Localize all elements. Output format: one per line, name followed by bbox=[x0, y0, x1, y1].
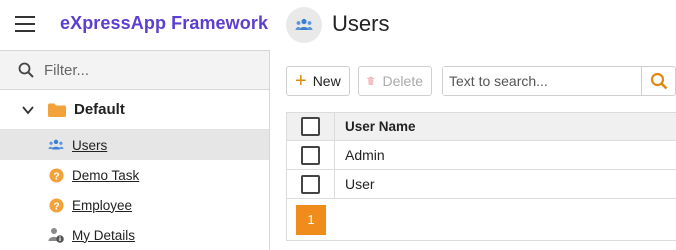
svg-text:?: ? bbox=[53, 201, 59, 212]
new-button-label: New bbox=[312, 73, 341, 89]
chevron-down-icon[interactable] bbox=[20, 102, 36, 118]
cell-user-name[interactable]: User bbox=[335, 176, 375, 192]
filter-input[interactable] bbox=[44, 61, 244, 79]
app-title: eXpressApp Framework bbox=[60, 13, 269, 33]
users-icon bbox=[286, 7, 322, 43]
row-checkbox[interactable] bbox=[301, 174, 320, 194]
sidebar-item-demo-task[interactable]: ? Demo Task bbox=[0, 160, 269, 190]
nav-group-default[interactable]: Default bbox=[0, 90, 269, 130]
trash-icon bbox=[367, 76, 375, 86]
pager: 1 bbox=[286, 199, 676, 241]
page-title: Users bbox=[332, 11, 390, 36]
sidebar-item-label: My Details bbox=[72, 227, 136, 243]
select-all-checkbox[interactable] bbox=[301, 117, 320, 136]
search-box bbox=[442, 66, 676, 96]
table-row[interactable]: User bbox=[286, 170, 676, 199]
top-bar: eXpressApp Framework Users bbox=[0, 0, 676, 50]
sidebar-filter bbox=[0, 50, 269, 90]
user-info-icon bbox=[48, 227, 64, 243]
cell-user-name[interactable]: Admin bbox=[335, 147, 385, 163]
list-toolbar: + New Delete bbox=[286, 66, 676, 96]
sidebar-item-label: Demo Task bbox=[72, 167, 140, 183]
users-icon bbox=[48, 137, 64, 153]
sidebar-item-my-details[interactable]: My Details bbox=[0, 220, 269, 250]
hamburger-icon[interactable] bbox=[14, 16, 36, 34]
folder-icon bbox=[48, 103, 66, 117]
sidebar-item-label: Users bbox=[72, 137, 108, 153]
sidebar-item-users[interactable]: Users bbox=[0, 130, 269, 160]
plus-icon: + bbox=[295, 70, 307, 92]
new-button[interactable]: + New bbox=[286, 66, 350, 96]
search-icon bbox=[650, 72, 667, 90]
page-button-current[interactable]: 1 bbox=[296, 204, 326, 235]
sidebar-item-employee[interactable]: ? Employee bbox=[0, 190, 269, 220]
search-input[interactable] bbox=[443, 67, 641, 95]
question-badge-icon: ? bbox=[48, 197, 64, 213]
delete-button-label: Delete bbox=[382, 73, 423, 89]
row-checkbox[interactable] bbox=[301, 145, 320, 165]
sidebar-item-label: Employee bbox=[72, 197, 133, 213]
search-icon bbox=[18, 62, 34, 78]
table-row[interactable]: Admin bbox=[286, 141, 676, 170]
column-header-user-name[interactable]: User Name bbox=[335, 119, 416, 134]
search-button[interactable] bbox=[641, 67, 675, 95]
nav-group-label: Default bbox=[74, 101, 125, 118]
question-badge-icon: ? bbox=[48, 167, 64, 183]
svg-text:?: ? bbox=[53, 171, 59, 182]
grid-header-row: User Name bbox=[286, 112, 676, 141]
users-grid: User Name Admin User 1 bbox=[286, 112, 676, 241]
delete-button[interactable]: Delete bbox=[358, 66, 432, 96]
sidebar: Default Users ? Demo Task bbox=[0, 50, 270, 250]
